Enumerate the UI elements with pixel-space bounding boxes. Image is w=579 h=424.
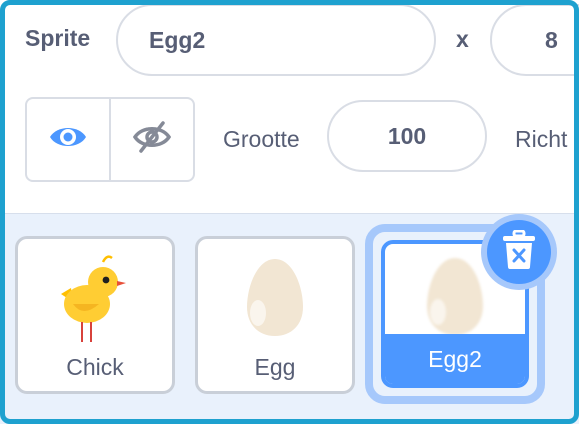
size-label: Grootte — [223, 126, 300, 152]
eye-icon — [48, 122, 88, 157]
delete-sprite-button[interactable] — [481, 214, 557, 290]
egg-thumbnail — [198, 249, 352, 349]
size-value: 100 — [387, 122, 427, 149]
visibility-toggle — [25, 97, 195, 182]
size-input[interactable]: 100 — [327, 100, 487, 172]
direction-label: Richt — [515, 126, 568, 152]
hide-sprite-button[interactable] — [109, 99, 193, 180]
sprite-name-chick: Chick — [66, 354, 124, 380]
egg-icon — [245, 257, 305, 342]
sprite-name-egg: Egg — [254, 354, 296, 380]
x-label: x — [456, 26, 469, 52]
sprite-name-egg2: Egg2 — [385, 334, 525, 384]
x-position-input[interactable]: 8 — [490, 4, 579, 76]
egg-icon — [425, 256, 485, 341]
sprite-name-input[interactable]: Egg2 — [116, 4, 436, 76]
x-position-value: 8 — [545, 26, 558, 53]
trash-icon — [502, 229, 536, 275]
delete-button-inner — [487, 220, 551, 284]
sprite-label: Sprite — [25, 25, 91, 51]
show-sprite-button[interactable] — [27, 99, 109, 180]
sprite-tile-egg[interactable]: Egg — [195, 236, 355, 394]
chick-icon — [55, 252, 135, 347]
eye-slash-icon — [132, 120, 172, 159]
sprite-tile-chick[interactable]: Chick — [15, 236, 175, 394]
sprite-info-pane: Sprite Egg2 x 8 Grootte 100 Richt — [0, 0, 579, 214]
sprite-name-value: Egg2 — [149, 26, 206, 53]
chick-thumbnail — [18, 249, 172, 349]
